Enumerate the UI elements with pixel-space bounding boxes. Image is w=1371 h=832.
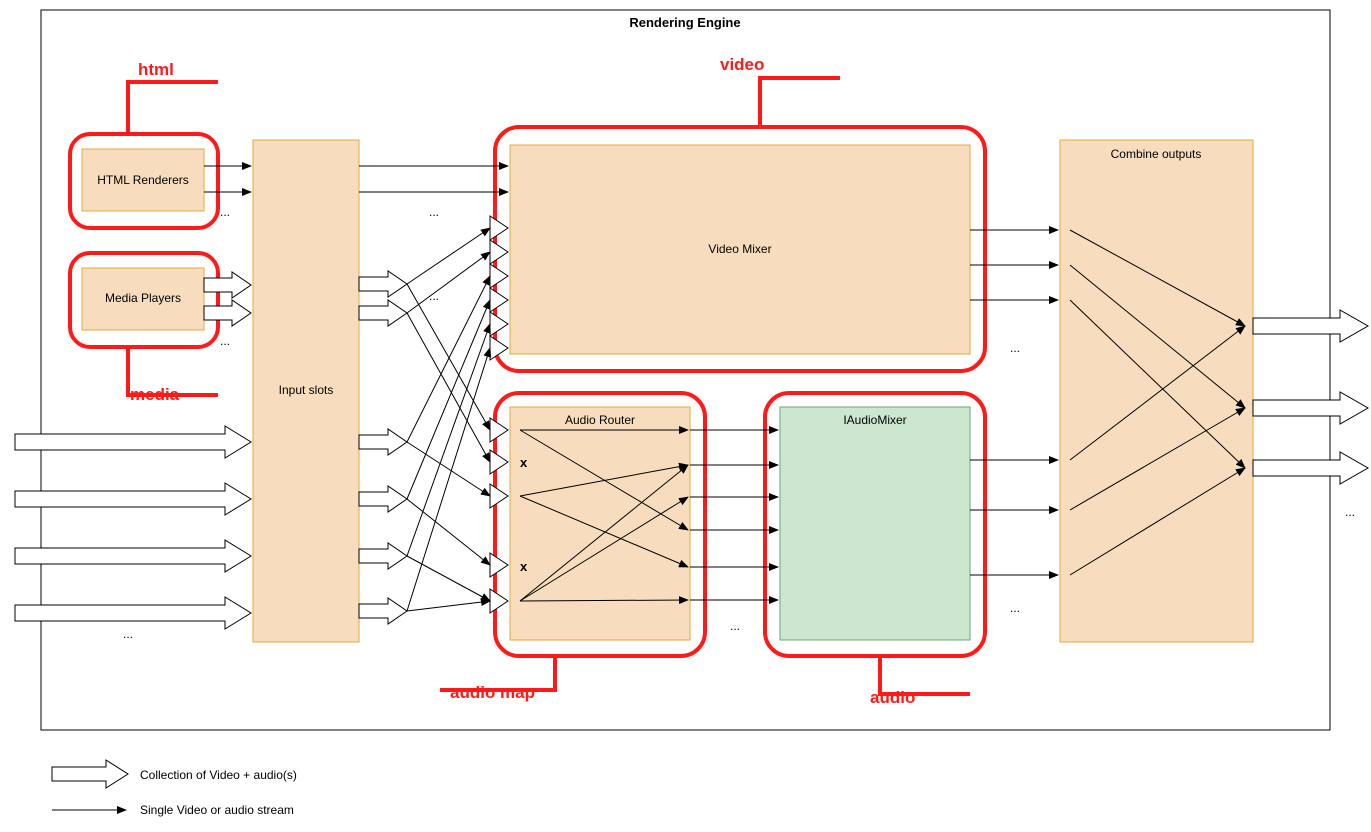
fan-arrow (407, 284, 490, 430)
slot-out-hollow-arrow (359, 271, 407, 297)
external-input-arrow (15, 597, 251, 629)
media-group-label: media (130, 385, 180, 404)
audio-router-x-mark: x (520, 559, 528, 574)
ar-hollow-head (490, 553, 508, 577)
video-group-label: video (720, 55, 764, 74)
slot-out-hollow-arrow (359, 300, 407, 326)
output-arrow (1253, 392, 1368, 424)
fan-arrow (407, 499, 490, 565)
ar-hollow-head (490, 450, 508, 474)
audio-map-group-label: audio map (450, 683, 535, 702)
fan-arrow (407, 601, 490, 611)
fan-arrow (407, 252, 490, 313)
external-input-arrow (15, 483, 251, 515)
audio-router-label: Audio Router (565, 413, 635, 427)
vm-hollow-head (490, 264, 508, 288)
media-to-slots-arrow (204, 272, 251, 298)
html-group-leader (128, 82, 218, 134)
html-renderers-label: HTML Renderers (97, 173, 189, 187)
output-arrow (1253, 310, 1368, 342)
audio-group-label: audio (870, 688, 915, 707)
external-input-ellipsis: ... (123, 627, 133, 641)
engine-title: Rendering Engine (629, 15, 740, 30)
ar-mixer-ellipsis: ... (730, 619, 740, 633)
slot-out-hollow-arrow (359, 543, 407, 569)
combine-outputs-label: Combine outputs (1111, 147, 1202, 161)
fan-arrow (407, 228, 490, 284)
am-out-ellipsis: ... (1010, 601, 1020, 615)
slot-out-hollow-arrow (359, 429, 407, 455)
video-mixer-label: Video Mixer (708, 242, 771, 256)
output-ellipsis: ... (1345, 505, 1355, 519)
external-input-arrow (15, 426, 251, 458)
html-ellipsis: ... (220, 205, 230, 219)
vm-hollow-head (490, 240, 508, 264)
ar-hollow-head (490, 484, 508, 508)
vm-hollow-head (490, 216, 508, 240)
audio-router-box (510, 407, 690, 640)
vm-out-ellipsis: ... (1010, 341, 1020, 355)
input-slots-label: Input slots (279, 383, 334, 397)
media-players-label: Media Players (105, 291, 181, 305)
media-ellipsis: ... (220, 334, 230, 348)
legend-collection-text: Collection of Video + audio(s) (140, 768, 297, 782)
vm-hollow-head (490, 288, 508, 312)
fan-arrow (407, 556, 490, 601)
output-arrow (1253, 452, 1368, 484)
iaudio-mixer-label: IAudioMixer (843, 413, 906, 427)
legend-single-text: Single Video or audio stream (140, 803, 294, 817)
ar-hollow-head (490, 589, 508, 613)
iaudio-mixer-box (780, 407, 970, 640)
slot-out-hollow-arrow (359, 486, 407, 512)
slot-out-hollow-arrow (359, 598, 407, 624)
video-group-leader (760, 78, 840, 127)
vm-hollow-head (490, 312, 508, 336)
html-group-label: html (138, 60, 174, 79)
slot-vm-ellipsis: ... (429, 205, 439, 219)
audio-router-x-mark: x (520, 455, 528, 470)
ar-hollow-head (490, 418, 508, 442)
external-input-arrow (15, 540, 251, 572)
media-to-slots-arrow (204, 300, 251, 326)
legend-collection-arrow (52, 760, 128, 788)
